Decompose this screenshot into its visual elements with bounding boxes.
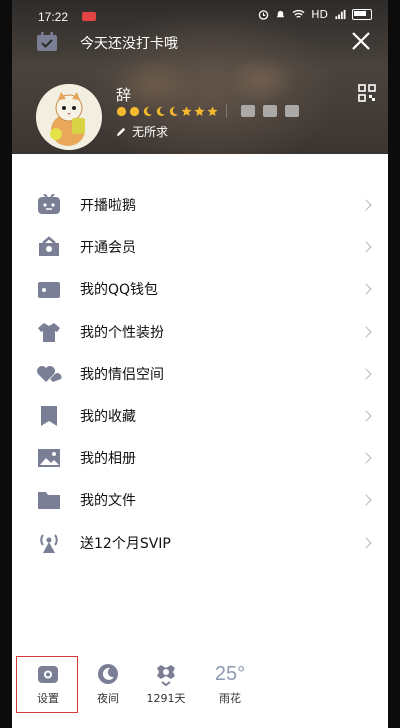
settings-label: 设置 [37,692,59,705]
nickname: 辞 [116,86,132,104]
close-icon[interactable] [350,30,372,52]
moon-icon [143,106,153,116]
star-icon [181,105,192,116]
shirt-icon [38,322,60,342]
drawer-panel: 开播啦鹅 开通会员 我的QQ钱包 我的个性装扮 我的情侣空间 我的收藏 我的相册… [12,154,388,728]
notification-icon [82,12,96,21]
star-icon [194,105,205,116]
chevron-right-icon [360,536,372,549]
folder-icon [38,492,60,510]
sun-icon [116,106,127,116]
chevron-right-icon [360,410,372,422]
chevron-right-icon [360,494,372,507]
menu-label: 我的QQ钱包 [80,282,159,299]
menu-item-live[interactable]: 开播啦鹅 [12,184,388,226]
bottom-toolbar: 设置 夜间 1291天 25° 雨花 [12,656,388,728]
chevron-right-icon [360,241,372,253]
checkin-banner[interactable]: 今天还没打卡哦 [12,30,388,56]
vip-diamond-icon [285,105,299,117]
vip-boat-icon [241,105,255,117]
chevron-right-icon [360,199,372,211]
badge-divider [226,104,227,118]
vip-crown-icon [39,236,59,257]
avatar[interactable] [36,84,102,150]
network-type-label: HD [311,8,328,21]
phone-screen: 17:22 HD 今天还没打卡哦 辞 无所求 开播啦鹅 开通会员 我的QQ钱包 … [0,0,400,728]
menu-label: 我的个性装扮 [80,324,164,341]
menu-item-album[interactable]: 我的相册 [12,437,388,479]
cat-avatar-icon [36,84,102,150]
menu-item-vip[interactable]: 开通会员 [12,226,388,268]
night-mode-label: 夜间 [97,692,119,705]
level-badges[interactable] [116,104,299,118]
qr-code-icon[interactable] [358,84,376,102]
menu-label: 我的收藏 [80,409,136,426]
tv-icon [38,194,60,215]
menu-item-svip-gift[interactable]: 送12个月SVIP [12,522,388,564]
couple-hearts-icon [37,365,62,382]
menu-item-files[interactable]: 我的文件 [12,479,388,521]
broadcast-icon [40,533,58,553]
menu-label: 我的情侣空间 [80,366,164,383]
vip-house-icon [263,105,277,117]
signature-text: 无所求 [132,125,169,139]
menu-item-decoration[interactable]: 我的个性装扮 [12,311,388,353]
star-icon [207,105,218,116]
weather-location: 雨花 [219,692,241,705]
settings-gear-icon [38,666,58,683]
status-bar: 17:22 HD [12,0,388,32]
chevron-right-icon [360,325,372,338]
photo-album-icon [38,449,60,468]
menu-label: 开播啦鹅 [80,198,136,215]
penguin-badge-icon [157,665,175,686]
settings-button[interactable]: 设置 [22,662,74,706]
wifi-icon [292,9,305,18]
status-time: 17:22 [38,10,69,24]
status-icons: HD [258,8,372,21]
bell-icon [277,10,285,18]
signature[interactable]: 无所求 [116,123,168,140]
edit-pencil-icon [116,127,126,137]
moon-icon [169,106,179,116]
moon-icon [156,106,166,116]
chevron-right-icon [360,283,372,296]
wallet-icon [38,282,60,299]
battery-icon [352,9,372,20]
calendar-check-icon [37,32,57,51]
weather-temperature: 25° [214,663,246,685]
screen-edge-left [0,0,12,728]
signal-icon [335,9,346,20]
menu-list: 开播啦鹅 开通会员 我的QQ钱包 我的个性装扮 我的情侣空间 我的收藏 我的相册… [12,184,388,564]
menu-label: 我的文件 [80,493,136,510]
menu-label: 送12个月SVIP [80,535,171,552]
qq-age-label: 1291天 [146,692,186,705]
qq-age-button[interactable]: 1291天 [140,662,192,706]
night-mode-button[interactable]: 夜间 [82,662,134,706]
menu-item-wallet[interactable]: 我的QQ钱包 [12,268,388,310]
checkin-text: 今天还没打卡哦 [80,36,178,52]
menu-item-couple-space[interactable]: 我的情侣空间 [12,353,388,395]
chevron-right-icon [360,368,372,380]
night-mode-icon [98,664,118,684]
menu-label: 开通会员 [80,240,136,257]
screen-edge-right [388,0,400,728]
alarm-icon [258,10,269,20]
bookmark-icon [41,406,57,427]
weather-widget[interactable]: 25° 雨花 [204,662,256,706]
menu-item-favorites[interactable]: 我的收藏 [12,395,388,437]
chevron-right-icon [360,452,372,464]
menu-label: 我的相册 [80,451,136,468]
sun-icon [129,106,140,116]
